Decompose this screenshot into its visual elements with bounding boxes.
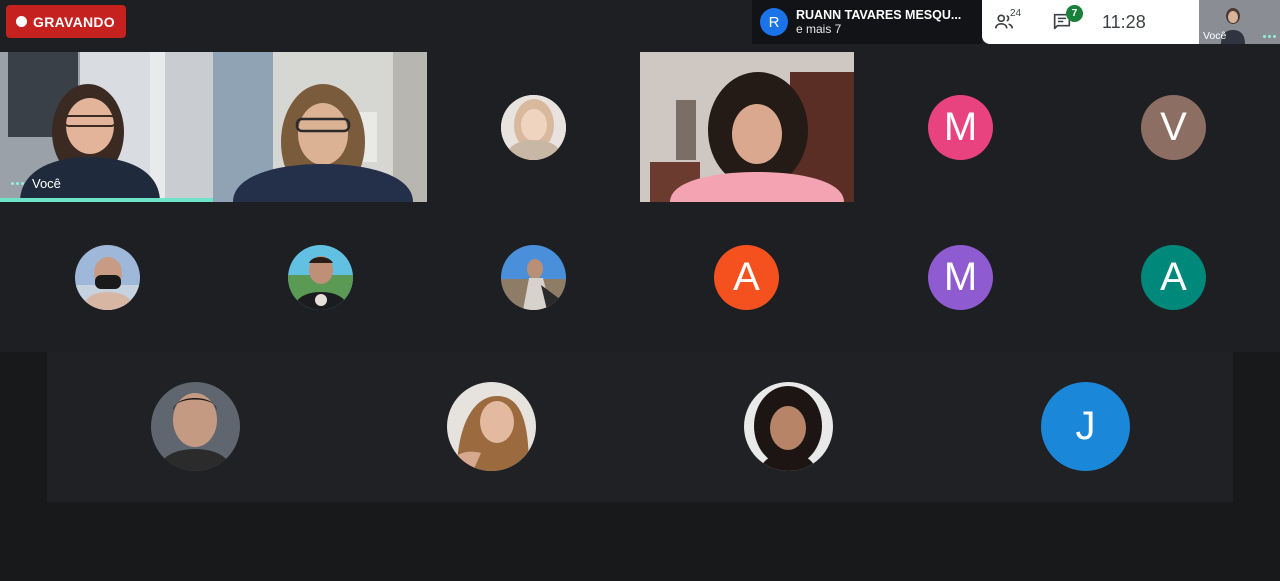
grid-bottom [47,502,1233,581]
chat-badge: 7 [1066,5,1083,22]
tile-you-label: Você [32,176,61,191]
avatar-participant-14 [447,382,536,471]
chat-button[interactable]: 7 [1040,0,1084,44]
avatar-m2: M [928,245,993,310]
tile-row-1: Você M V [0,52,1280,202]
avatar-a2: A [1141,245,1206,310]
avatar-j-letter: J [1075,404,1096,448]
more-dots-icon[interactable] [11,182,24,185]
tile-you[interactable]: Você [0,52,213,202]
recording-label: GRAVANDO [33,13,115,30]
video-participant-2 [213,52,427,202]
avatar-participant-15 [744,382,833,471]
presenter-more: e mais 7 [796,22,842,36]
meeting-toolbar: 24 7 11:28 [982,0,1199,44]
avatar-v: V [1141,95,1206,160]
presenter-name: RUANN TAVARES MESQU... [796,8,962,22]
record-dot-icon [16,16,27,27]
presenter-avatar: R [760,8,788,36]
avatar-m1: M [928,95,993,160]
avatar-participant-3 [501,95,566,160]
avatar-a2-letter: A [1160,255,1187,299]
clock: 11:28 [1102,11,1146,32]
avatar-m2-letter: M [943,255,978,299]
grid-margin-right [1233,352,1280,581]
avatar-participant-9 [501,245,566,310]
self-view-thumbnail[interactable]: Você [1199,0,1280,44]
tile-participant-2[interactable] [213,52,427,202]
participants-button[interactable]: 24 [982,0,1026,44]
tile-row-3: J [47,352,1233,502]
self-view-label: Você [1203,30,1227,42]
recording-indicator[interactable]: GRAVANDO [6,5,126,38]
avatar-a1: A [714,245,779,310]
tile-you-label-wrap: Você [11,176,61,191]
grid-margin-left [0,352,47,581]
presenter-chip[interactable]: R RUANN TAVARES MESQU... e mais 7 [752,0,982,44]
tile-row-2: A M A [0,202,1280,352]
avatar-participant-8 [288,245,353,310]
avatar-v-letter: V [1160,105,1187,149]
more-dots-icon[interactable] [1263,35,1276,38]
avatar-participant-7 [75,245,140,310]
avatar-participant-13 [151,382,240,471]
participants-count: 24 [1010,8,1022,19]
tile-participant-4[interactable] [640,52,854,202]
avatar-a1-letter: A [733,255,760,299]
video-participant-4 [640,52,854,202]
avatar-m1-letter: M [943,105,978,149]
avatar-j: J [1041,382,1130,471]
